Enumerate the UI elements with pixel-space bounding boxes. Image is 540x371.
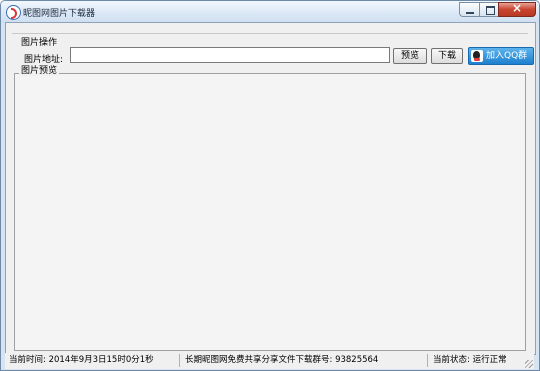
- status-group-notice: 长期昵图网免费共享分享文件下载群号: 93825564: [185, 355, 379, 365]
- qq-penguin-icon: [471, 50, 483, 62]
- url-input[interactable]: [70, 47, 390, 63]
- image-ops-group: 图片操作 图片地址: 预览 下载 加入QQ群: [12, 33, 534, 65]
- client-area: 图片操作 图片地址: 预览 下载 加入QQ群 图片预览: [5, 22, 536, 355]
- app-window: 昵图网图片下载器 × 图片操作 图片地址: 预览 下载 加入QQ群 图片预览 当…: [0, 0, 540, 371]
- status-state: 当前状态: 运行正常: [433, 355, 507, 365]
- window-title: 昵图网图片下载器: [23, 9, 96, 19]
- resize-grip[interactable]: [525, 360, 533, 368]
- close-icon: ×: [512, 1, 523, 15]
- image-preview-legend: 图片预览: [19, 63, 60, 76]
- download-button[interactable]: 下载: [431, 48, 463, 64]
- maximize-button[interactable]: [479, 2, 499, 17]
- status-bar: 当前时间: 2014年9月3日15时0分1秒 长期昵图网免费共享分享文件下载群号…: [5, 353, 534, 369]
- maximize-icon: [486, 6, 495, 15]
- status-separator: [179, 354, 180, 367]
- join-qq-group-button[interactable]: 加入QQ群: [468, 47, 534, 65]
- minimize-button[interactable]: [459, 2, 480, 17]
- image-preview-pane: [14, 73, 526, 351]
- title-bar[interactable]: 昵图网图片下载器 ×: [1, 1, 539, 23]
- image-ops-legend: 图片操作: [19, 35, 60, 48]
- close-button[interactable]: ×: [498, 1, 536, 17]
- app-logo-icon: [6, 5, 21, 20]
- join-qq-group-label: 加入QQ群: [486, 51, 528, 61]
- status-current-time: 当前时间: 2014年9月3日15时0分1秒: [9, 355, 154, 365]
- status-separator: [427, 354, 428, 367]
- preview-button[interactable]: 预览: [393, 48, 427, 64]
- minimize-icon: [466, 12, 474, 14]
